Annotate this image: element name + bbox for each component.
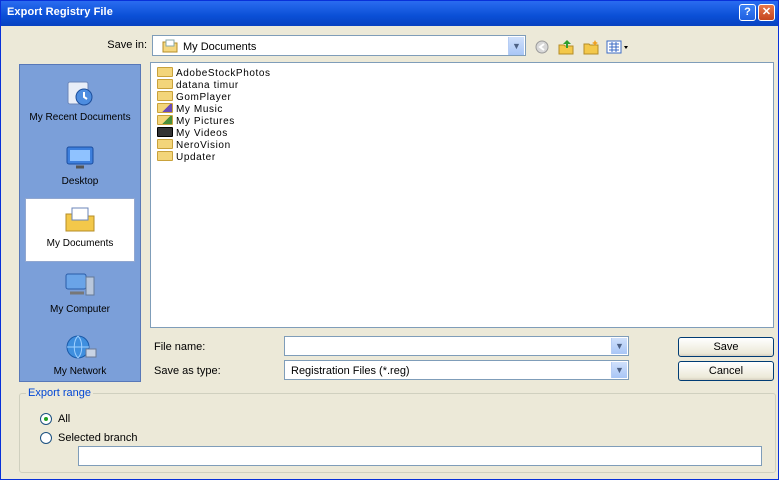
save-as-type-select[interactable]: Registration Files (*.reg) ▼ — [284, 360, 629, 380]
file-name-label: File name: — [154, 341, 206, 353]
new-folder-icon[interactable] — [582, 39, 600, 55]
my-documents-icon — [65, 207, 95, 232]
file-name-label: My Videos — [176, 128, 228, 139]
file-list[interactable]: AdobeStockPhotos datana timur GomPlayer … — [150, 62, 774, 328]
list-item[interactable]: NeroVision — [157, 139, 231, 151]
place-desktop[interactable]: Desktop — [25, 137, 135, 197]
radio-all[interactable] — [40, 413, 52, 425]
radio-selected-branch[interactable] — [40, 432, 52, 444]
close-button[interactable]: ✕ — [758, 4, 775, 21]
place-label: Desktop — [61, 176, 99, 187]
save-in-value: My Documents — [183, 41, 257, 53]
export-range-legend: Export range — [26, 387, 93, 399]
videos-folder-icon — [157, 127, 173, 137]
file-name-label: Updater — [176, 152, 216, 163]
recent-documents-icon — [67, 81, 93, 106]
place-my-documents[interactable]: My Documents — [25, 198, 135, 262]
place-my-network[interactable]: My Network — [25, 327, 135, 381]
selected-branch-input[interactable] — [78, 446, 762, 466]
list-item[interactable]: My Music — [157, 103, 223, 115]
my-network-icon — [66, 335, 97, 359]
help-button[interactable]: ? — [739, 4, 756, 21]
folder-icon — [157, 79, 173, 89]
up-folder-icon[interactable] — [557, 39, 575, 55]
file-name-label: datana timur — [176, 80, 239, 91]
file-name-label: AdobeStockPhotos — [176, 68, 271, 79]
folder-icon — [157, 139, 173, 149]
back-icon[interactable] — [533, 39, 551, 55]
place-label: My Computer — [49, 304, 110, 315]
list-item[interactable]: datana timur — [157, 79, 239, 91]
save-button[interactable]: Save — [678, 337, 774, 357]
views-menu-icon[interactable] — [606, 39, 630, 55]
title-bar[interactable]: Export Registry File ? ✕ — [1, 1, 778, 26]
save-in-label: Save in: — [107, 39, 147, 51]
list-item[interactable]: My Pictures — [157, 115, 235, 127]
place-label: My Documents — [46, 238, 114, 249]
save-as-type-label: Save as type: — [154, 365, 221, 377]
chevron-down-icon[interactable]: ▼ — [508, 37, 524, 55]
file-name-label: GomPlayer — [176, 92, 232, 103]
radio-selected-dot — [44, 417, 48, 421]
my-computer-icon — [65, 273, 95, 296]
save-in-combo[interactable]: My Documents ▼ — [152, 35, 526, 56]
list-item[interactable]: AdobeStockPhotos — [157, 67, 271, 79]
list-item[interactable]: My Videos — [157, 127, 228, 139]
file-name-label: NeroVision — [176, 140, 231, 151]
place-my-recent-documents[interactable]: My Recent Documents — [25, 73, 135, 135]
places-bar: My Recent Documents Desktop My Documents… — [19, 64, 141, 382]
window-title: Export Registry File — [7, 6, 113, 18]
file-name-input[interactable]: ▼ — [284, 336, 629, 356]
place-my-computer[interactable]: My Computer — [25, 265, 135, 325]
desktop-icon — [66, 146, 94, 169]
file-name-label: My Pictures — [176, 116, 235, 127]
folder-icon — [157, 151, 173, 161]
export-range-group: Export range All Selected branch — [19, 387, 776, 473]
file-name-label: My Music — [176, 104, 224, 115]
music-folder-icon — [157, 103, 173, 113]
radio-all-label[interactable]: All — [58, 413, 70, 425]
chevron-down-icon[interactable]: ▼ — [611, 362, 627, 378]
folder-icon — [157, 67, 173, 77]
pictures-folder-icon — [157, 115, 173, 125]
place-label: My Recent Documents — [29, 112, 131, 123]
folder-icon — [157, 91, 173, 101]
my-documents-small-icon — [162, 39, 178, 53]
export-registry-dialog: Export Registry File ? ✕ Save in: My Doc… — [0, 0, 779, 480]
list-item[interactable]: GomPlayer — [157, 91, 231, 103]
list-item[interactable]: Updater — [157, 151, 216, 163]
chevron-down-icon[interactable]: ▼ — [611, 338, 627, 354]
place-label: My Network — [53, 366, 107, 377]
radio-selected-branch-label[interactable]: Selected branch — [58, 432, 138, 444]
save-as-type-value: Registration Files (*.reg) — [291, 365, 410, 377]
cancel-button[interactable]: Cancel — [678, 361, 774, 381]
